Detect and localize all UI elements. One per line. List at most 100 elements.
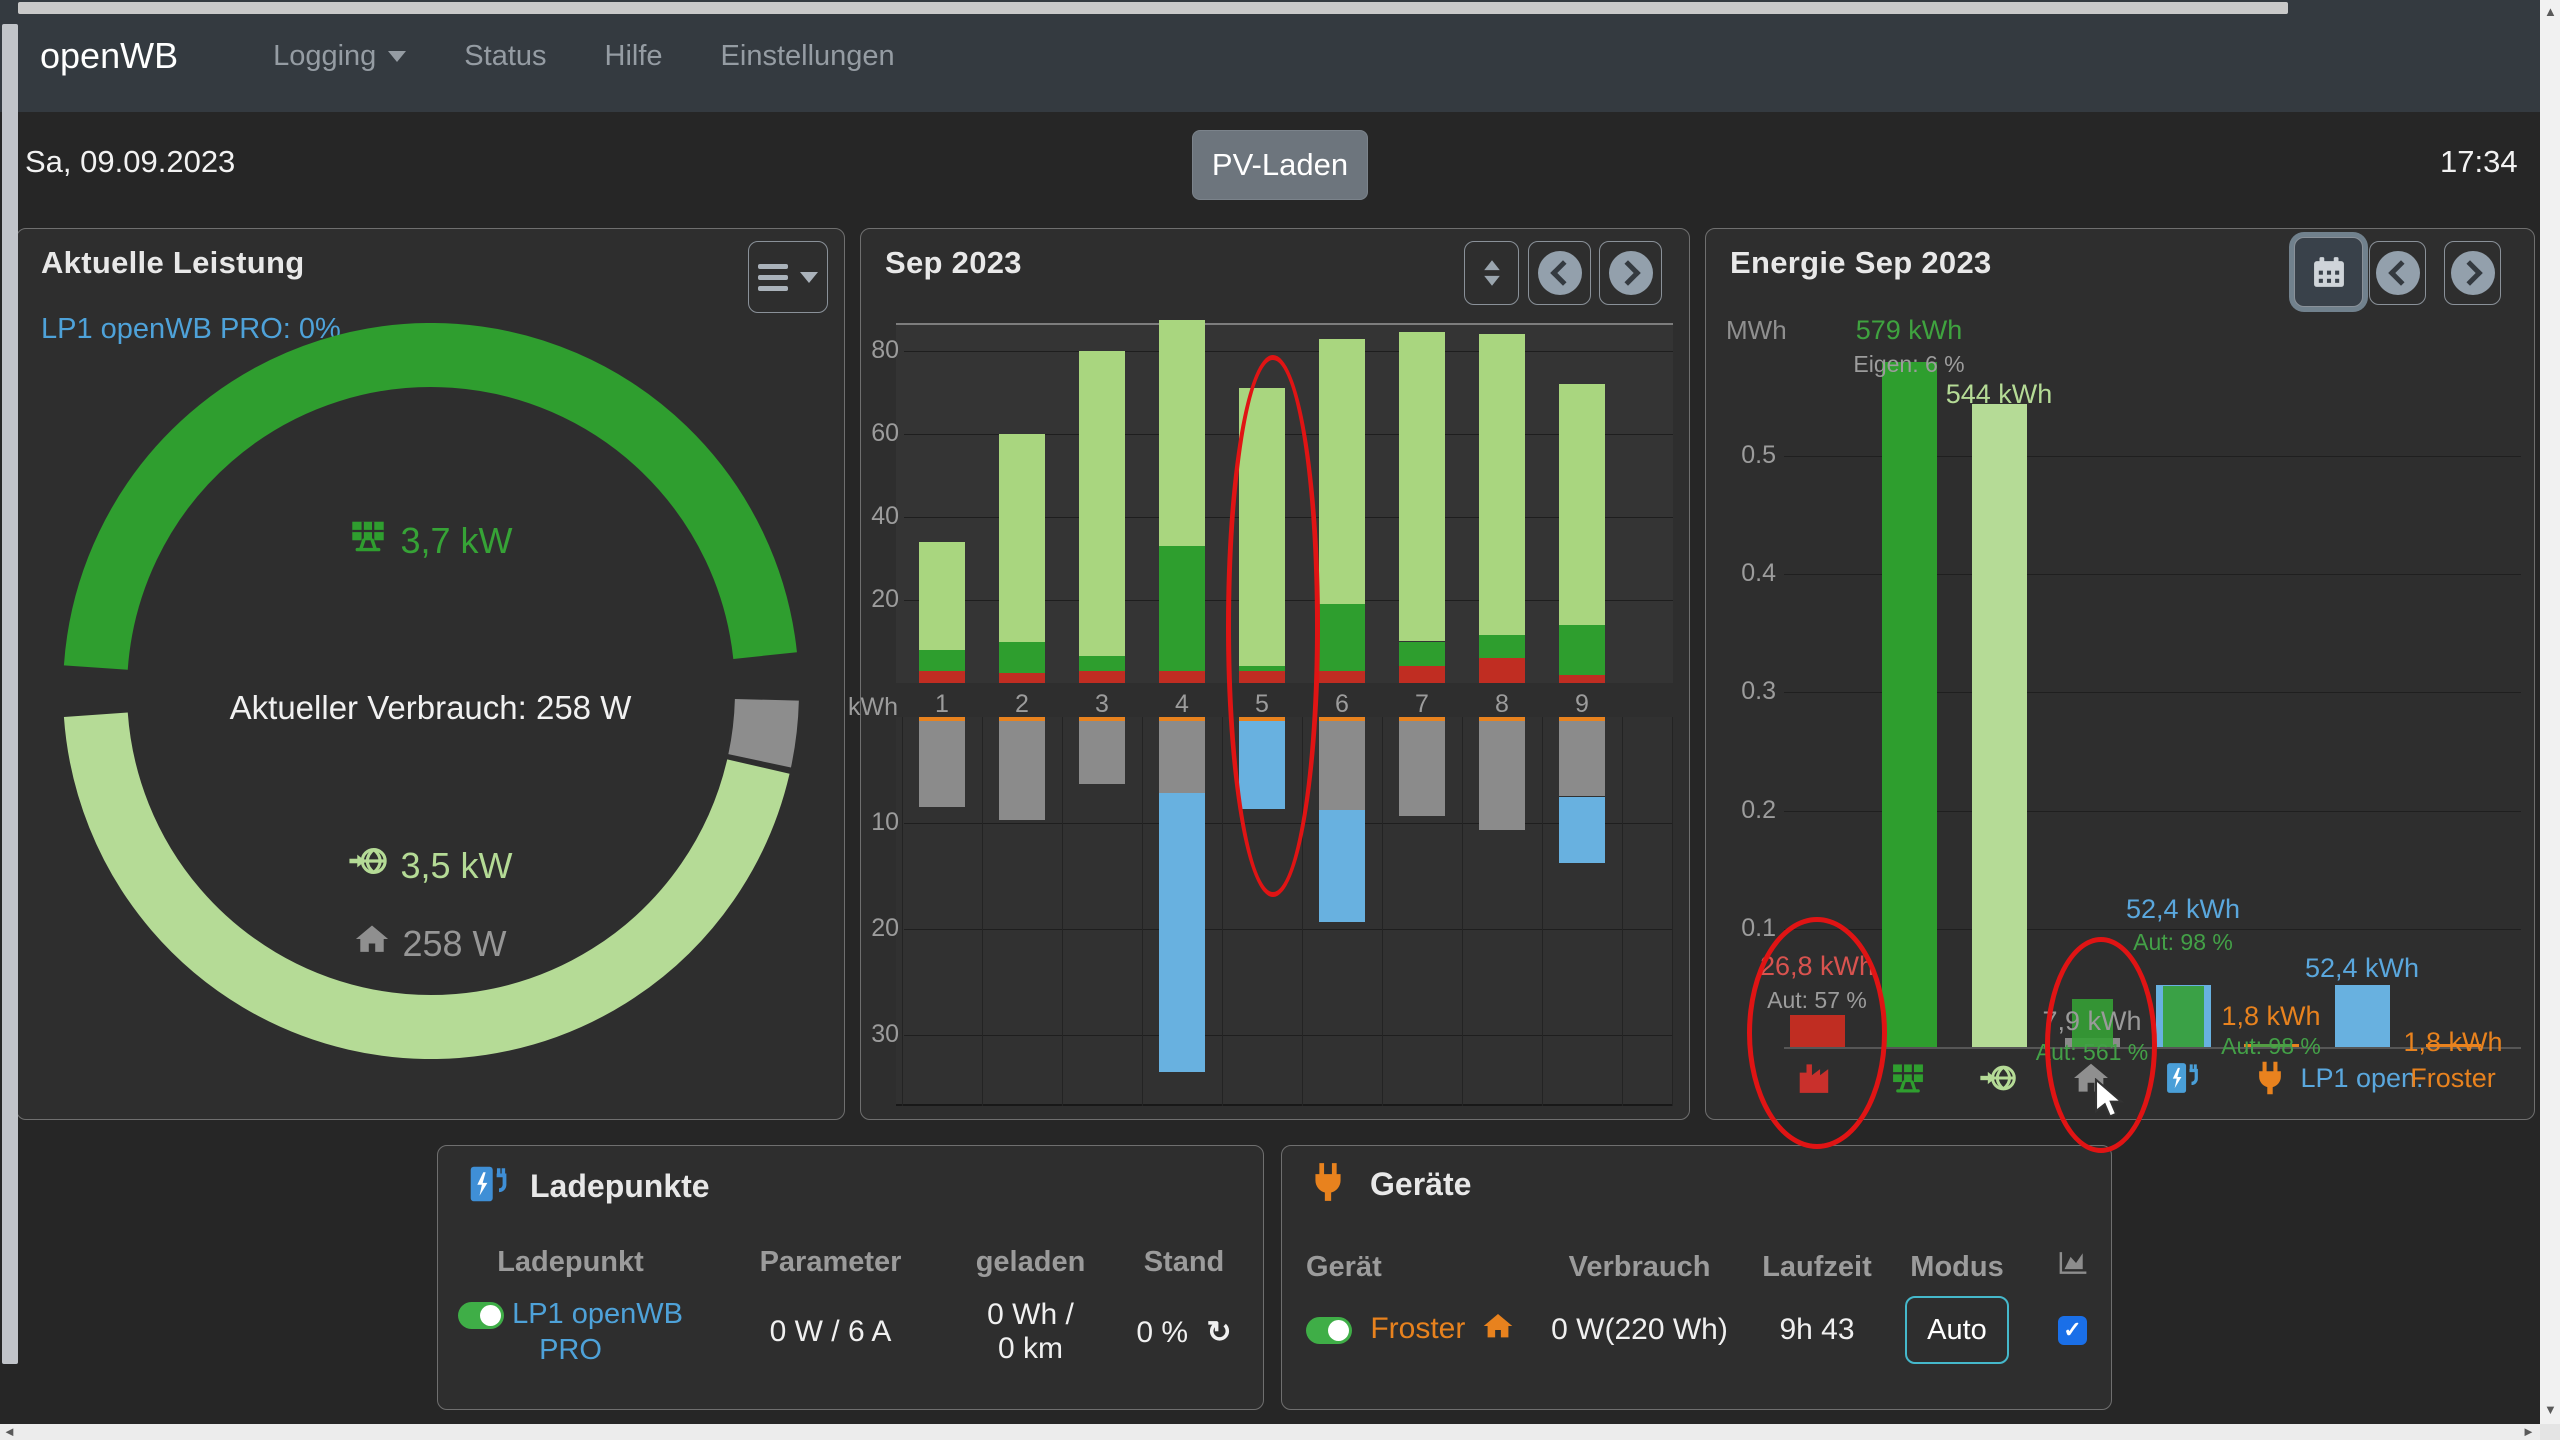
bar-grid-export (1399, 332, 1445, 641)
col-header-geraet: Gerät (1282, 1251, 1527, 1284)
device-chart-checkbox[interactable]: ✓ (2058, 1316, 2087, 1345)
column-gridline (1622, 717, 1623, 1106)
bar-sub-label: Aut: 98 % (2196, 1033, 2346, 1060)
bar-grid-import (1559, 675, 1605, 683)
bar-value-label: 544 kWh (1924, 379, 2074, 410)
bar-grid-export (1079, 351, 1125, 656)
horizontal-scrollbar[interactable]: ◄ ► (0, 1424, 2540, 1440)
y-gridline (904, 929, 1673, 930)
vertical-scrollbar[interactable]: ▲ ▼ (2540, 0, 2560, 1424)
bar-pv-self-consumption (1479, 635, 1525, 658)
factory-icon (1797, 1084, 1835, 1101)
nav-item-einstellungen[interactable]: Einstellungen (721, 40, 895, 73)
bar-house-consumption (1479, 721, 1525, 830)
bar-sub-label: Aut: 57 % (1742, 987, 1892, 1014)
chargepoint-row: LP1 openWB PRO 0 W / 6 A 0 Wh / 0 km 0 %… (438, 1296, 1265, 1369)
column-gridline (982, 717, 983, 1106)
nav-item-logging[interactable]: Logging (273, 40, 406, 73)
bar-grid-import (1479, 658, 1525, 683)
category-name-label[interactable]: Froster (2378, 1063, 2528, 1094)
x-axis-day-label: 7 (1392, 690, 1452, 719)
previous-period-button[interactable] (2369, 241, 2426, 305)
horizontal-scrollbar-thumb[interactable] (18, 2, 2288, 14)
charging-station-icon (466, 1162, 510, 1211)
x-axis-day-label: 1 (912, 690, 972, 719)
chart-scale-button[interactable] (1464, 241, 1519, 305)
consumption-value: Aktueller Verbrauch: 258 W (230, 689, 632, 727)
bar-pv-self-consumption (919, 650, 965, 671)
y-axis-unit-label: kWh (838, 693, 898, 722)
bar-grid-import (1319, 671, 1365, 683)
x-axis-day-label: 6 (1312, 690, 1372, 719)
bar-grid-import (1399, 666, 1445, 683)
device-consumption-cell: 0 W(220 Wh) (1527, 1313, 1752, 1347)
bar-pv-self-consumption (1559, 625, 1605, 675)
house-power-value: 258 W (402, 923, 506, 965)
bar-pv-self-consumption (1399, 642, 1445, 667)
chargepoint-toggle[interactable] (458, 1302, 504, 1329)
openwb-dashboard: openWB Logging Status Hilfe Einstellunge… (0, 0, 2560, 1440)
calendar-icon (2310, 253, 2348, 291)
bar-chargepoints (1559, 797, 1605, 864)
bar-value-label: 1,8 kWh (2196, 1001, 2346, 1032)
bar-value-label: 579 kWh (1834, 315, 1984, 346)
y-axis-tick-label: 40 (844, 502, 899, 531)
bar-chargepoints (1159, 793, 1205, 1072)
soc-value: 0 % (1136, 1316, 1188, 1349)
scroll-left-arrow[interactable]: ◄ (3, 1424, 16, 1440)
charged-distance: 0 km (958, 1332, 1103, 1366)
chevron-left-circle-icon (2376, 251, 2420, 295)
chargepoints-title: Ladepunkte (530, 1168, 710, 1205)
y-axis-tick-label: 30 (844, 1020, 899, 1049)
y-axis-tick-label: 0.3 (1726, 677, 1776, 706)
scroll-down-arrow[interactable]: ▼ (2544, 1402, 2557, 1418)
x-axis-day-label: 5 (1232, 690, 1292, 719)
chevron-right-circle-icon (1609, 251, 1653, 295)
mouse-cursor (2092, 1078, 2128, 1120)
bar-value-label: 52,4 kWh (2287, 953, 2437, 984)
device-name[interactable]: Froster (1370, 1312, 1465, 1345)
month-chart-card: Sep 2023 20406080102030kWh123456789 (860, 228, 1690, 1120)
bar-grid-export (999, 434, 1045, 642)
next-month-button[interactable] (1599, 241, 1662, 305)
export-globe-icon (348, 841, 388, 890)
scroll-right-arrow[interactable]: ► (2522, 1424, 2535, 1440)
bar-sub-label: Aut: 98 % (2108, 929, 2258, 956)
devices-header-row: Gerät Verbrauch Laufzeit Modus (1282, 1246, 2113, 1288)
bar-pv-self-consumption (1319, 604, 1365, 670)
chargepoint-name-link[interactable]: LP1 openWB PRO (512, 1298, 683, 1366)
nav-item-hilfe[interactable]: Hilfe (605, 40, 663, 73)
app-brand: openWB (40, 35, 178, 77)
chargepoint-name-cell: LP1 openWB PRO (438, 1296, 703, 1369)
house-power-row: 258 W (17, 921, 844, 966)
device-mode-cell: Auto (1882, 1296, 2032, 1364)
gauge-menu-button[interactable] (748, 241, 828, 313)
column-gridline (1542, 717, 1543, 1106)
export-power-value: 3,5 kW (400, 845, 512, 887)
devices-card: Geräte Gerät Verbrauch Laufzeit Modus Fr… (1281, 1145, 2112, 1410)
category-icon-box (1797, 1059, 1837, 1099)
category-icon-box (1889, 1059, 1929, 1099)
bar-house-consumption (1399, 721, 1445, 815)
next-period-button[interactable] (2444, 241, 2501, 305)
device-toggle[interactable] (1306, 1317, 1352, 1344)
nav-item-status[interactable]: Status (464, 40, 546, 73)
bar-pv-self-consumption (1239, 666, 1285, 670)
col-header-modus: Modus (1882, 1251, 2032, 1284)
scroll-up-arrow[interactable]: ▲ (2544, 4, 2557, 20)
energy-bar-chart: MWh0.10.20.30.40.526,8 kWhAut: 57 %579 k… (1726, 319, 2521, 1109)
charge-mode-button[interactable]: PV-Laden (1192, 130, 1368, 200)
calendar-range-button[interactable] (2294, 237, 2363, 307)
refresh-icon[interactable]: ↻ (1206, 1316, 1231, 1349)
current-power-card: Aktuelle Leistung LP1 openWB PRO: 0% 3,7… (16, 228, 845, 1120)
previous-month-button[interactable] (1528, 241, 1591, 305)
vertical-scrollbar-thumb[interactable] (2, 24, 18, 1364)
bar-house-consumption (1159, 721, 1205, 793)
x-axis-day-label: 3 (1072, 690, 1132, 719)
device-mode-button[interactable]: Auto (1905, 1296, 2009, 1364)
bar-export-globe (1972, 404, 2027, 1047)
chargepoint-soc-cell: 0 % ↻ (1103, 1315, 1265, 1350)
category-icon-box (2251, 1059, 2291, 1099)
bar-grid-import (1079, 671, 1125, 683)
house-icon (1482, 1316, 1514, 1349)
